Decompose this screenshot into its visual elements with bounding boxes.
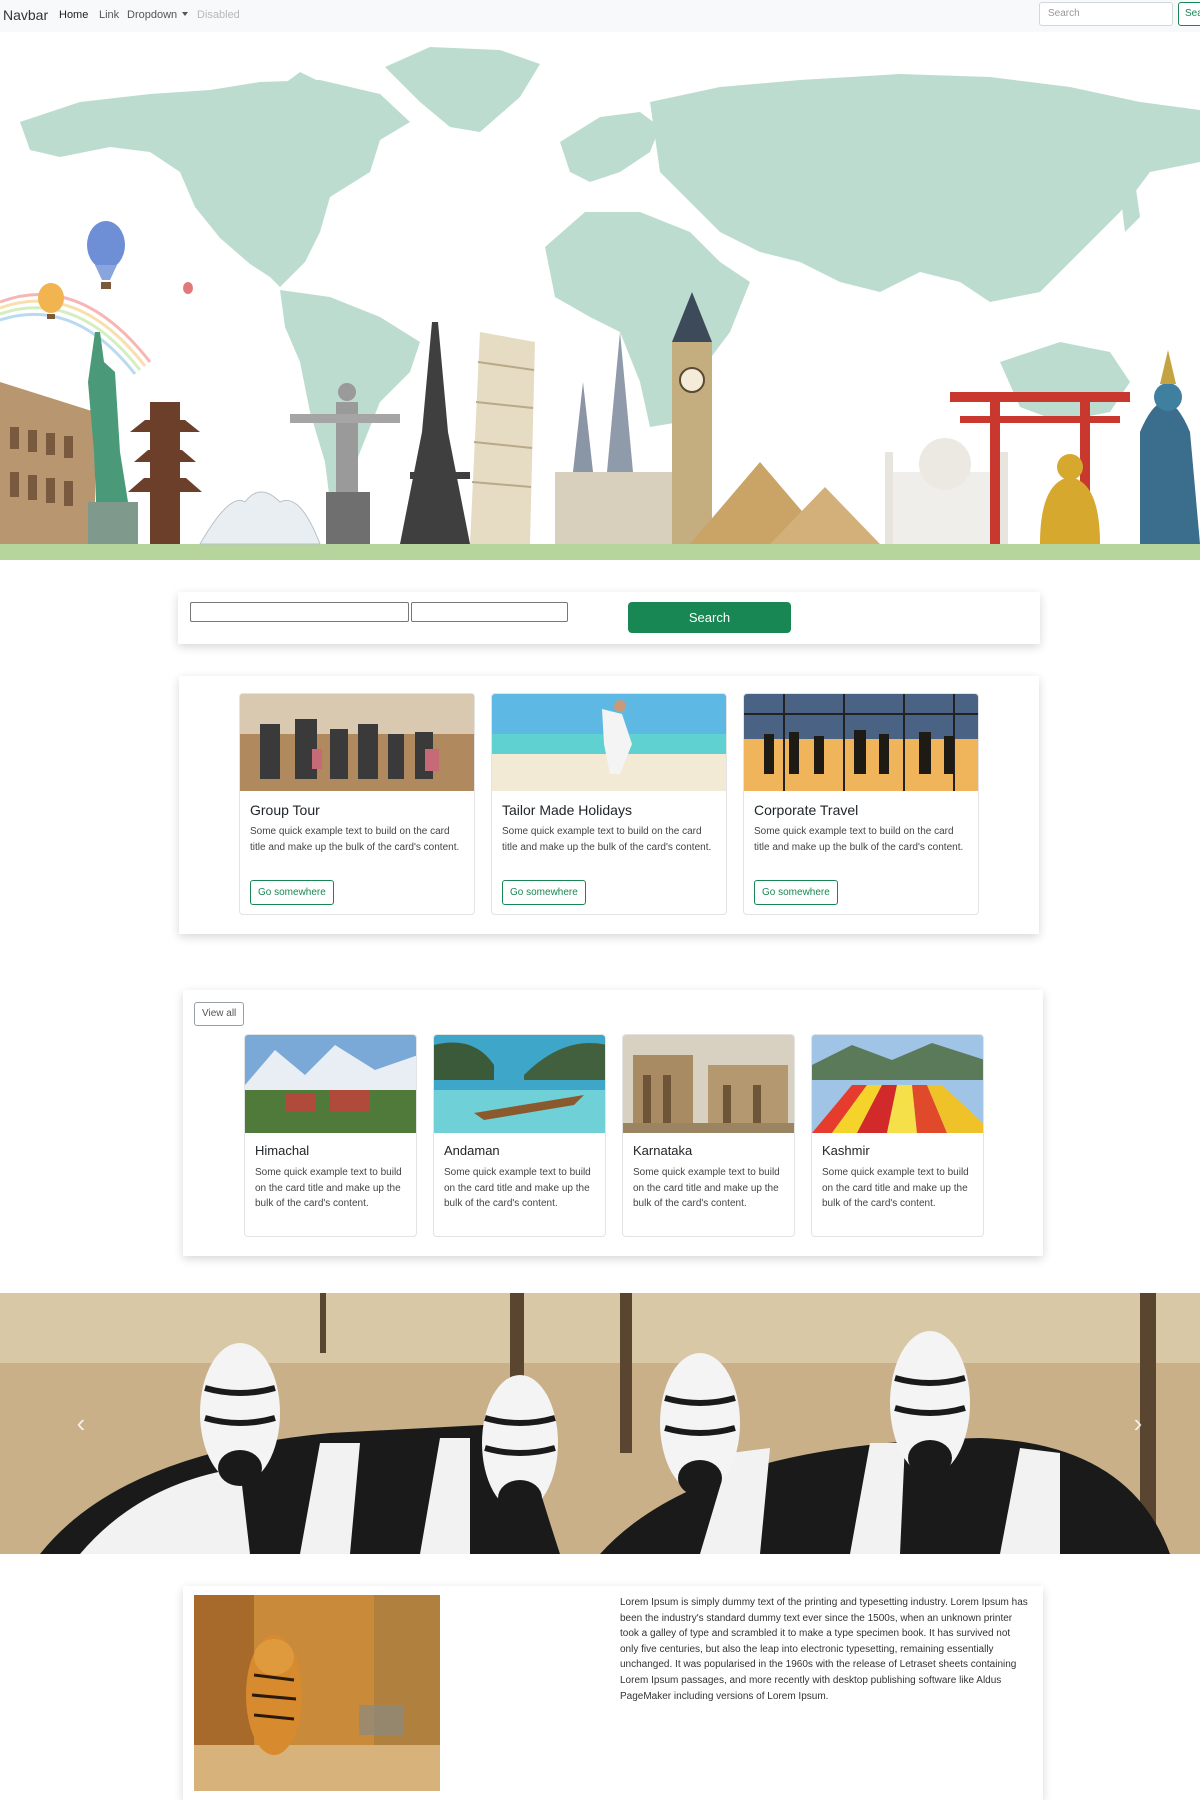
card-text: Some quick example text to build on the …	[255, 1167, 402, 1209]
card-text: Some quick example text to build on the …	[502, 826, 712, 853]
services-section: Group Tour Some quick example text to bu…	[179, 676, 1039, 934]
destination-card-himachal[interactable]: Himachal Some quick example text to buil…	[244, 1034, 417, 1237]
destination-card-kashmir[interactable]: Kashmir Some quick example text to build…	[811, 1034, 984, 1237]
search-button[interactable]: Search	[628, 602, 791, 633]
corporate-travel-image	[744, 694, 978, 791]
group-tour-image	[240, 694, 474, 791]
karnataka-image	[623, 1035, 794, 1133]
card-text: Some quick example text to build on the …	[444, 1167, 591, 1209]
himachal-image	[245, 1035, 416, 1133]
nav-link-link[interactable]: Link	[99, 9, 119, 21]
chevron-left-icon[interactable]: ‹	[66, 1405, 96, 1441]
card-title: Karnataka	[633, 1143, 693, 1158]
nav-link-home[interactable]: Home	[59, 9, 88, 21]
tiger-image	[194, 1595, 440, 1791]
card-title: Andaman	[444, 1143, 500, 1158]
view-all-button[interactable]: View all	[194, 1002, 245, 1026]
service-card-group-tour: Group Tour Some quick example text to bu…	[239, 693, 475, 915]
about-section: Lorem Ipsum is simply dummy text of the …	[183, 1586, 1043, 1800]
service-card-tailor-made: Tailor Made Holidays Some quick example …	[491, 693, 727, 915]
card-text: Some quick example text to build on the …	[754, 826, 964, 853]
navbar-search-input[interactable]: Search	[1039, 2, 1173, 26]
card-text: Some quick example text to build on the …	[633, 1167, 780, 1209]
image-carousel: ‹ ›	[0, 1293, 1200, 1554]
nav-dropdown-label: Dropdown	[127, 9, 178, 21]
world-landmarks-illustration	[0, 47, 1200, 560]
navbar-brand[interactable]: Navbar	[3, 7, 48, 23]
andaman-image	[434, 1035, 605, 1133]
go-somewhere-button[interactable]: Go somewhere	[250, 880, 334, 905]
search-panel: Search	[178, 592, 1040, 644]
go-somewhere-button[interactable]: Go somewhere	[502, 880, 586, 905]
card-title: Corporate Travel	[754, 802, 859, 818]
date-input[interactable]	[411, 602, 568, 622]
service-card-corporate-travel: Corporate Travel Some quick example text…	[743, 693, 979, 915]
zebras-image	[0, 1293, 1200, 1554]
destination-card-karnataka[interactable]: Karnataka Some quick example text to bui…	[622, 1034, 795, 1237]
about-paragraph: Lorem Ipsum is simply dummy text of the …	[620, 1597, 1028, 1702]
tailor-made-image	[492, 694, 726, 791]
hero-banner	[0, 32, 1200, 560]
card-title: Himachal	[255, 1143, 310, 1158]
card-title: Kashmir	[822, 1143, 870, 1158]
nav-link-disabled: Disabled	[197, 9, 240, 21]
chevron-right-icon[interactable]: ›	[1123, 1405, 1153, 1441]
card-text: Some quick example text to build on the …	[250, 826, 460, 853]
destinations-section: View all Himachal Some quick example tex…	[183, 990, 1043, 1256]
go-somewhere-button[interactable]: Go somewhere	[754, 880, 838, 905]
kashmir-image	[812, 1035, 983, 1133]
destination-input[interactable]	[190, 602, 409, 622]
navbar: Navbar Home Link Dropdown Disabled Searc…	[0, 0, 1200, 32]
card-title: Tailor Made Holidays	[502, 802, 632, 818]
card-text: Some quick example text to build on the …	[822, 1167, 969, 1209]
card-title: Group Tour	[250, 802, 320, 818]
navbar-search-button[interactable]: Search	[1178, 2, 1200, 26]
destination-card-andaman[interactable]: Andaman Some quick example text to build…	[433, 1034, 606, 1237]
caret-down-icon	[182, 12, 189, 16]
nav-dropdown[interactable]: Dropdown	[127, 9, 189, 21]
